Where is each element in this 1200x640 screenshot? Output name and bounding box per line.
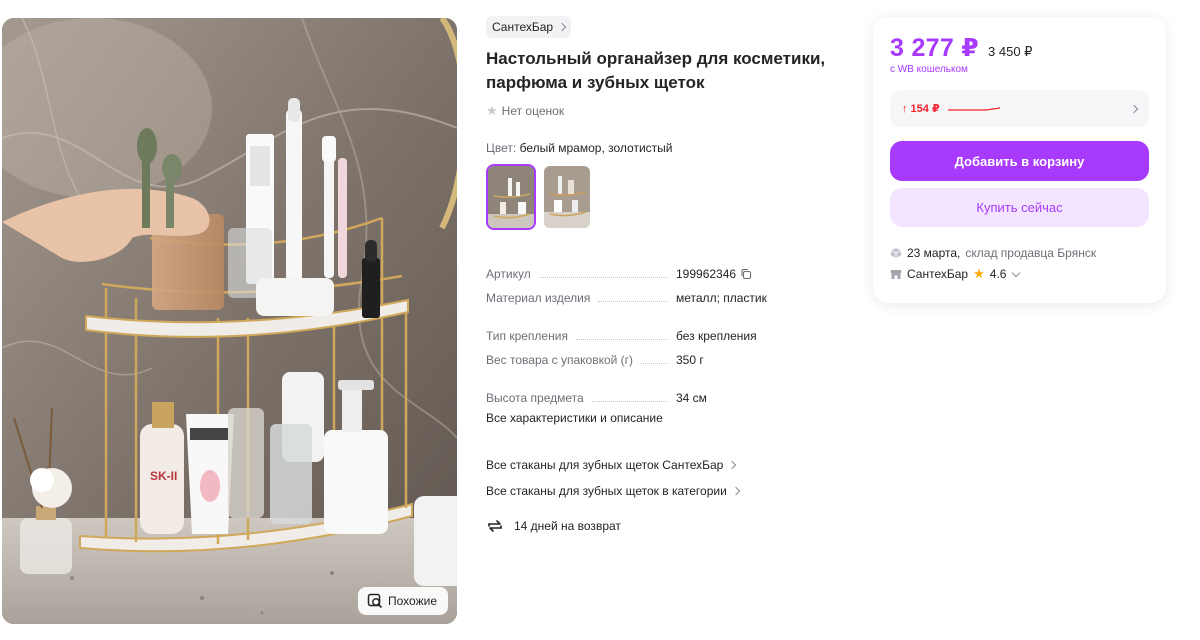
chevron-right-icon	[557, 22, 567, 32]
color-value: белый мрамор, золотистый	[519, 141, 673, 155]
spec-key: Артикул	[486, 267, 531, 281]
product-info: СантехБар Настольный органайзер для косм…	[486, 16, 846, 535]
star-icon: ★	[973, 266, 985, 281]
product-title: Настольный органайзер для косметики, пар…	[486, 47, 846, 95]
chevron-right-icon	[728, 460, 737, 470]
search-similar-icon	[367, 593, 383, 609]
spec-row: Вес товара с упаковкой (г) 350 г	[486, 343, 846, 367]
brand-category-label: Все стаканы для зубных щеток СантехБар	[486, 458, 724, 472]
price-change: ↑ 154 ₽	[902, 103, 940, 115]
return-policy-label: 14 дней на возврат	[514, 519, 621, 533]
category-links: Все стаканы для зубных щеток СантехБар В…	[486, 452, 846, 504]
copy-icon[interactable]	[740, 268, 752, 280]
spec-key: Материал изделия	[486, 291, 591, 305]
box-icon	[890, 248, 902, 258]
brand-name: СантехБар	[492, 20, 554, 34]
brand-link[interactable]: СантехБар	[486, 16, 572, 38]
spec-value: без крепления	[676, 329, 757, 343]
delivery-info: 23 марта, склад продавца Брянск	[890, 246, 1096, 260]
shop-icon	[890, 270, 902, 279]
spec-key: Высота предмета	[486, 391, 584, 405]
category-label: Все стаканы для зубных щеток в категории	[486, 484, 727, 498]
price-history-button[interactable]: ↑ 154 ₽	[890, 90, 1149, 127]
product-image[interactable]: SK-II Похожие	[2, 18, 457, 624]
spec-row: Высота предмета 34 см	[486, 381, 846, 405]
spec-key: Вес товара с упаковкой (г)	[486, 353, 634, 367]
seller-name: СантехБар	[907, 267, 969, 281]
add-to-cart-button[interactable]: Добавить в корзину	[890, 141, 1149, 181]
spec-row: Материал изделия металл; пластик	[486, 281, 846, 305]
brand-category-link[interactable]: Все стаканы для зубных щеток СантехБар	[486, 452, 846, 478]
current-price: 3 277 ₽	[890, 34, 980, 62]
color-info: Цвет: белый мрамор, золотистый	[486, 141, 846, 155]
svg-text:SK-II: SK-II	[150, 469, 177, 483]
product-rating[interactable]: ★ Нет оценок	[486, 103, 846, 119]
spec-key: Тип крепления	[486, 329, 568, 343]
similar-label: Похожие	[388, 594, 437, 608]
star-icon: ★	[486, 103, 498, 118]
price-row: 3 277 ₽ 3 450 ₽	[890, 33, 1032, 63]
color-swatches	[486, 164, 846, 230]
seller-rating: 4.6	[989, 267, 1007, 281]
all-specs-link[interactable]: Все характеристики и описание	[486, 411, 663, 425]
spec-value: 34 см	[676, 391, 707, 405]
delivery-date: 23 марта,	[907, 246, 961, 260]
chevron-right-icon	[731, 486, 741, 496]
wallet-note[interactable]: с WB кошельком	[890, 64, 968, 75]
return-policy[interactable]: 14 дней на возврат	[486, 517, 846, 535]
product-title-line2: парфюма и зубных щеток	[486, 73, 705, 92]
return-arrows-icon	[488, 520, 502, 532]
similar-products-button[interactable]: Похожие	[358, 587, 448, 615]
spec-row: Артикул 199962346	[486, 257, 846, 281]
product-page: SK-II Похожие СантехБар Настольный орган…	[0, 0, 1200, 640]
chevron-down-icon	[1012, 268, 1021, 277]
category-link[interactable]: Все стаканы для зубных щеток в категории	[486, 478, 846, 504]
chevron-right-icon	[1129, 104, 1139, 113]
spec-value: металл; пластик	[676, 291, 767, 305]
spec-row: Тип крепления без крепления	[486, 319, 846, 343]
specs-table: Артикул 199962346 Материал изделия метал…	[486, 257, 846, 405]
color-swatch[interactable]	[542, 164, 592, 230]
rating-text: Нет оценок	[501, 104, 565, 118]
swatch-thumbnail	[544, 166, 590, 228]
old-price: 3 450 ₽	[988, 44, 1033, 59]
product-title-line1: Настольный органайзер для косметики,	[486, 49, 826, 68]
buy-box: 3 277 ₽ 3 450 ₽ с WB кошельком ↑ 154 ₽ Д…	[873, 17, 1166, 303]
color-label: Цвет:	[486, 141, 517, 155]
spec-value: 199962346	[676, 267, 737, 281]
color-swatch-selected[interactable]	[486, 164, 536, 230]
product-photo-illustration: SK-II	[2, 18, 457, 624]
spec-value: 350 г	[676, 353, 704, 367]
delivery-warehouse: склад продавца Брянск	[965, 246, 1097, 260]
seller-link[interactable]: СантехБар ★ 4.6	[890, 266, 1021, 282]
buy-now-button[interactable]: Купить сейчас	[890, 188, 1149, 227]
swatch-thumbnail	[488, 166, 534, 228]
price-trend-line	[947, 106, 1000, 111]
